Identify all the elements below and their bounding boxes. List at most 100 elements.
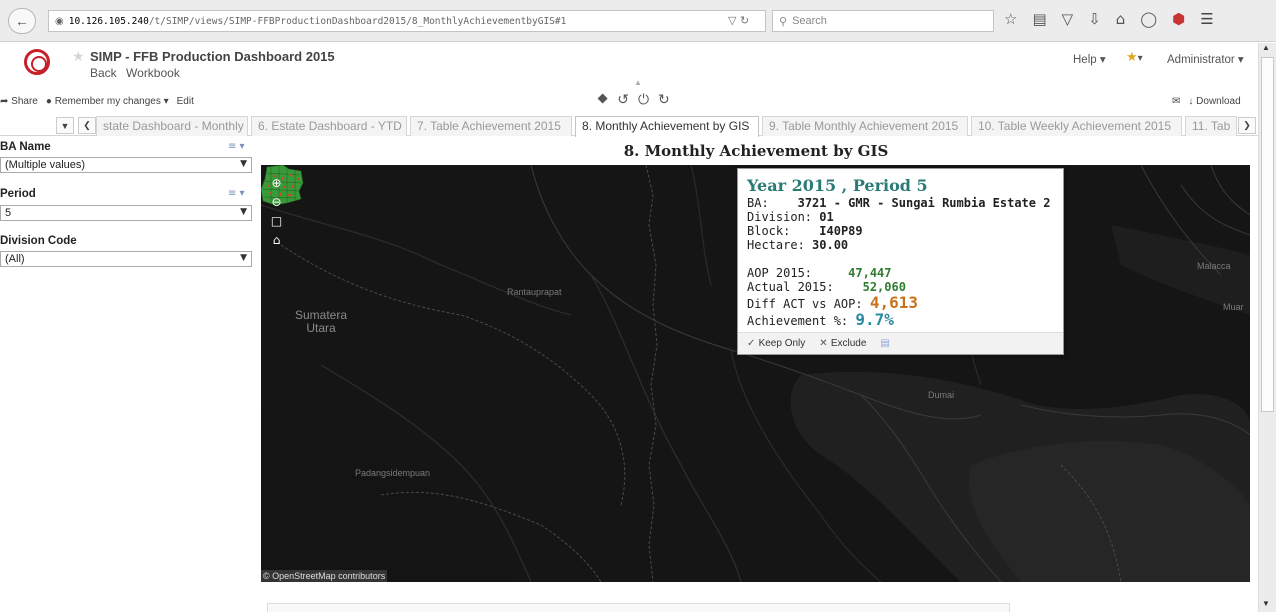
download-icon[interactable]: ⇩	[1088, 10, 1101, 28]
checkmark-icon: ✓	[747, 338, 759, 349]
viz-toolbar: ➦ Share ● Remember my changes ▾ Edit ⯁ ↺…	[0, 91, 1258, 115]
tooltip-aop-value: 47,447	[848, 266, 892, 280]
tab-estate-dashboard-monthly[interactable]: state Dashboard - Monthly	[96, 116, 248, 136]
app-header: ★ SIMP - FFB Production Dashboard 2015 B…	[0, 43, 1258, 91]
download-button[interactable]: ↓ Download	[1188, 96, 1240, 107]
tooltip-achievement-row: Achievement %: 9.7%	[747, 310, 894, 329]
chevron-down-icon: ▼	[240, 159, 247, 169]
share-button[interactable]: ➦ Share	[0, 96, 38, 107]
division-code-select[interactable]: (All) ▼	[0, 251, 252, 267]
dot-icon: ●	[45, 96, 55, 107]
tooltip-division-value: 01	[819, 210, 834, 224]
hamburger-menu-icon[interactable]: ☰	[1200, 10, 1213, 28]
filter-menu-icon[interactable]: ≡ ▾	[228, 188, 245, 199]
chat-icon[interactable]: ◯	[1140, 10, 1157, 28]
map-attribution[interactable]: © OpenStreetMap contributors	[261, 570, 388, 582]
chevron-down-icon: ▼	[240, 253, 247, 263]
search-placeholder: Search	[792, 15, 827, 27]
period-value: 5	[5, 207, 12, 219]
exclude-button[interactable]: ✕ Exclude	[819, 338, 866, 349]
back-link[interactable]: Back	[90, 66, 117, 80]
tooltip-ba-label: BA:	[747, 196, 769, 210]
user-menu[interactable]: Administrator ▾	[1167, 52, 1244, 66]
ba-name-select[interactable]: (Multiple values) ▼	[0, 157, 252, 173]
dashboard-title: SIMP - FFB Production Dashboard 2015	[90, 49, 335, 64]
collapse-caret-icon[interactable]: ▲	[634, 78, 642, 87]
share-group: ➦ Share ● Remember my changes ▾ Edit	[0, 96, 194, 107]
workbook-link[interactable]: Workbook	[126, 66, 180, 80]
tooltip-block-row: Block: I40P89	[747, 224, 863, 238]
tab-11[interactable]: 11. Tab	[1185, 116, 1237, 136]
email-icon[interactable]: ✉	[1172, 96, 1180, 107]
tab-monthly-achievement-gis[interactable]: 8. Monthly Achievement by GIS	[575, 116, 759, 137]
viz-title: 8. Monthly Achievement by GIS	[623, 142, 889, 160]
reset-map-home-icon[interactable]: ⌂	[269, 232, 284, 247]
url-host: 10.126.105.240	[68, 15, 149, 27]
tab-menu-icon[interactable]: ▼	[56, 117, 74, 134]
refresh-icon[interactable]: ↻	[658, 92, 670, 108]
map-controls: ⊕ ⊖ □ ⌂	[269, 175, 284, 247]
share-icon: ➦	[0, 96, 12, 107]
tab-scroll-right-icon[interactable]: ❯	[1238, 117, 1256, 134]
url-bar[interactable]: ◉ 10.126.105.240/t/SIMP/views/SIMP-FFBPr…	[48, 10, 766, 32]
close-icon: ✕	[819, 338, 831, 349]
tab-scroll-left-icon[interactable]: ❮	[78, 117, 96, 134]
tooltip-achievement-label: Achievement %:	[747, 314, 849, 328]
adblock-icon[interactable]: ⬢	[1172, 10, 1185, 28]
scroll-up-icon[interactable]: ▲	[1262, 43, 1270, 52]
search-input[interactable]: ⚲ Search	[772, 10, 994, 32]
download-group: ✉ ↓ Download	[1172, 96, 1241, 107]
reading-list-icon[interactable]: ▤	[1032, 10, 1046, 28]
scroll-down-icon[interactable]: ▼	[1262, 599, 1270, 608]
tooltip-actions: ✓ Keep Only ✕ Exclude ▤	[738, 332, 1063, 354]
zoom-out-icon[interactable]: ⊖	[269, 194, 284, 209]
tooltip-block-label: Block:	[747, 224, 791, 238]
pocket-icon[interactable]: ▽	[1062, 10, 1074, 28]
tab-table-achievement[interactable]: 7. Table Achievement 2015	[410, 116, 572, 136]
exclude-label: Exclude	[830, 338, 867, 349]
scroll-thumb[interactable]	[1261, 57, 1274, 412]
revert-icon[interactable]: ⯁	[597, 92, 608, 108]
tooltip-hectare-row: Hectare: 30.00	[747, 238, 848, 252]
share-label: Share	[11, 96, 38, 107]
download-arrow-icon: ↓	[1188, 96, 1197, 107]
remember-label: Remember my changes ▾	[54, 96, 169, 107]
map-label-padangsidempuan: Padangsidempuan	[355, 468, 431, 478]
tooltip-ba-value: 3721 - GMR - Sungai Rumbia Estate 2	[797, 196, 1051, 210]
tooltip-division-label: Division:	[747, 210, 813, 224]
favorite-star-icon[interactable]: ★	[72, 49, 85, 65]
view-data-icon[interactable]: ▤	[880, 338, 889, 349]
tooltip-block-value: I40P89	[819, 224, 863, 238]
select-region-icon[interactable]: □	[269, 213, 284, 228]
edit-button[interactable]: Edit	[177, 96, 194, 107]
browser-toolbar: ← ◉ 10.126.105.240/t/SIMP/views/SIMP-FFB…	[0, 0, 1276, 42]
globe-icon: ◉	[55, 15, 64, 27]
page-scrollbar[interactable]: ▲ ▼	[1258, 43, 1276, 612]
tableau-logo-icon	[24, 49, 50, 75]
sheet-tabs: ▼ ❮ state Dashboard - Monthly 6. Estate …	[0, 115, 1258, 137]
keep-only-button[interactable]: ✓ Keep Only	[747, 338, 805, 349]
pause-icon[interactable]: ⏻	[638, 92, 649, 108]
tooltip-aop-row: AOP 2015: 47,447	[747, 266, 892, 280]
favorites-menu[interactable]: ★▾	[1126, 50, 1143, 65]
map-label-muar: Muar	[1223, 302, 1244, 312]
tab-table-weekly-achievement[interactable]: 10. Table Weekly Achievement 2015	[971, 116, 1182, 136]
remember-changes-button[interactable]: ● Remember my changes ▾	[46, 96, 169, 107]
reload-icon[interactable]: ▽ ↻	[728, 14, 749, 27]
back-arrow-icon[interactable]: ←	[8, 8, 36, 34]
home-icon[interactable]: ⌂	[1116, 10, 1126, 28]
favorites-caret: ▾	[1137, 53, 1143, 64]
period-select[interactable]: 5 ▼	[0, 205, 252, 221]
favorites-star-icon: ★	[1126, 50, 1138, 65]
filter-label: Division Code	[0, 235, 77, 247]
map-label-rantauprapat: Rantauprapat	[507, 287, 562, 297]
header-links: Back Workbook	[90, 66, 186, 80]
zoom-in-icon[interactable]: ⊕	[269, 175, 284, 190]
filter-menu-icon[interactable]: ≡ ▾	[228, 141, 245, 152]
bookmark-star-icon[interactable]: ☆	[1004, 10, 1017, 28]
help-menu[interactable]: Help ▾	[1073, 52, 1106, 66]
undo-icon[interactable]: ↺	[617, 92, 629, 108]
url-path: /t/SIMP/views/SIMP-FFBProductionDashboar…	[148, 15, 567, 27]
tab-estate-dashboard-ytd[interactable]: 6. Estate Dashboard - YTD	[251, 116, 407, 136]
tab-table-monthly-achievement[interactable]: 9. Table Monthly Achievement 2015	[762, 116, 968, 136]
